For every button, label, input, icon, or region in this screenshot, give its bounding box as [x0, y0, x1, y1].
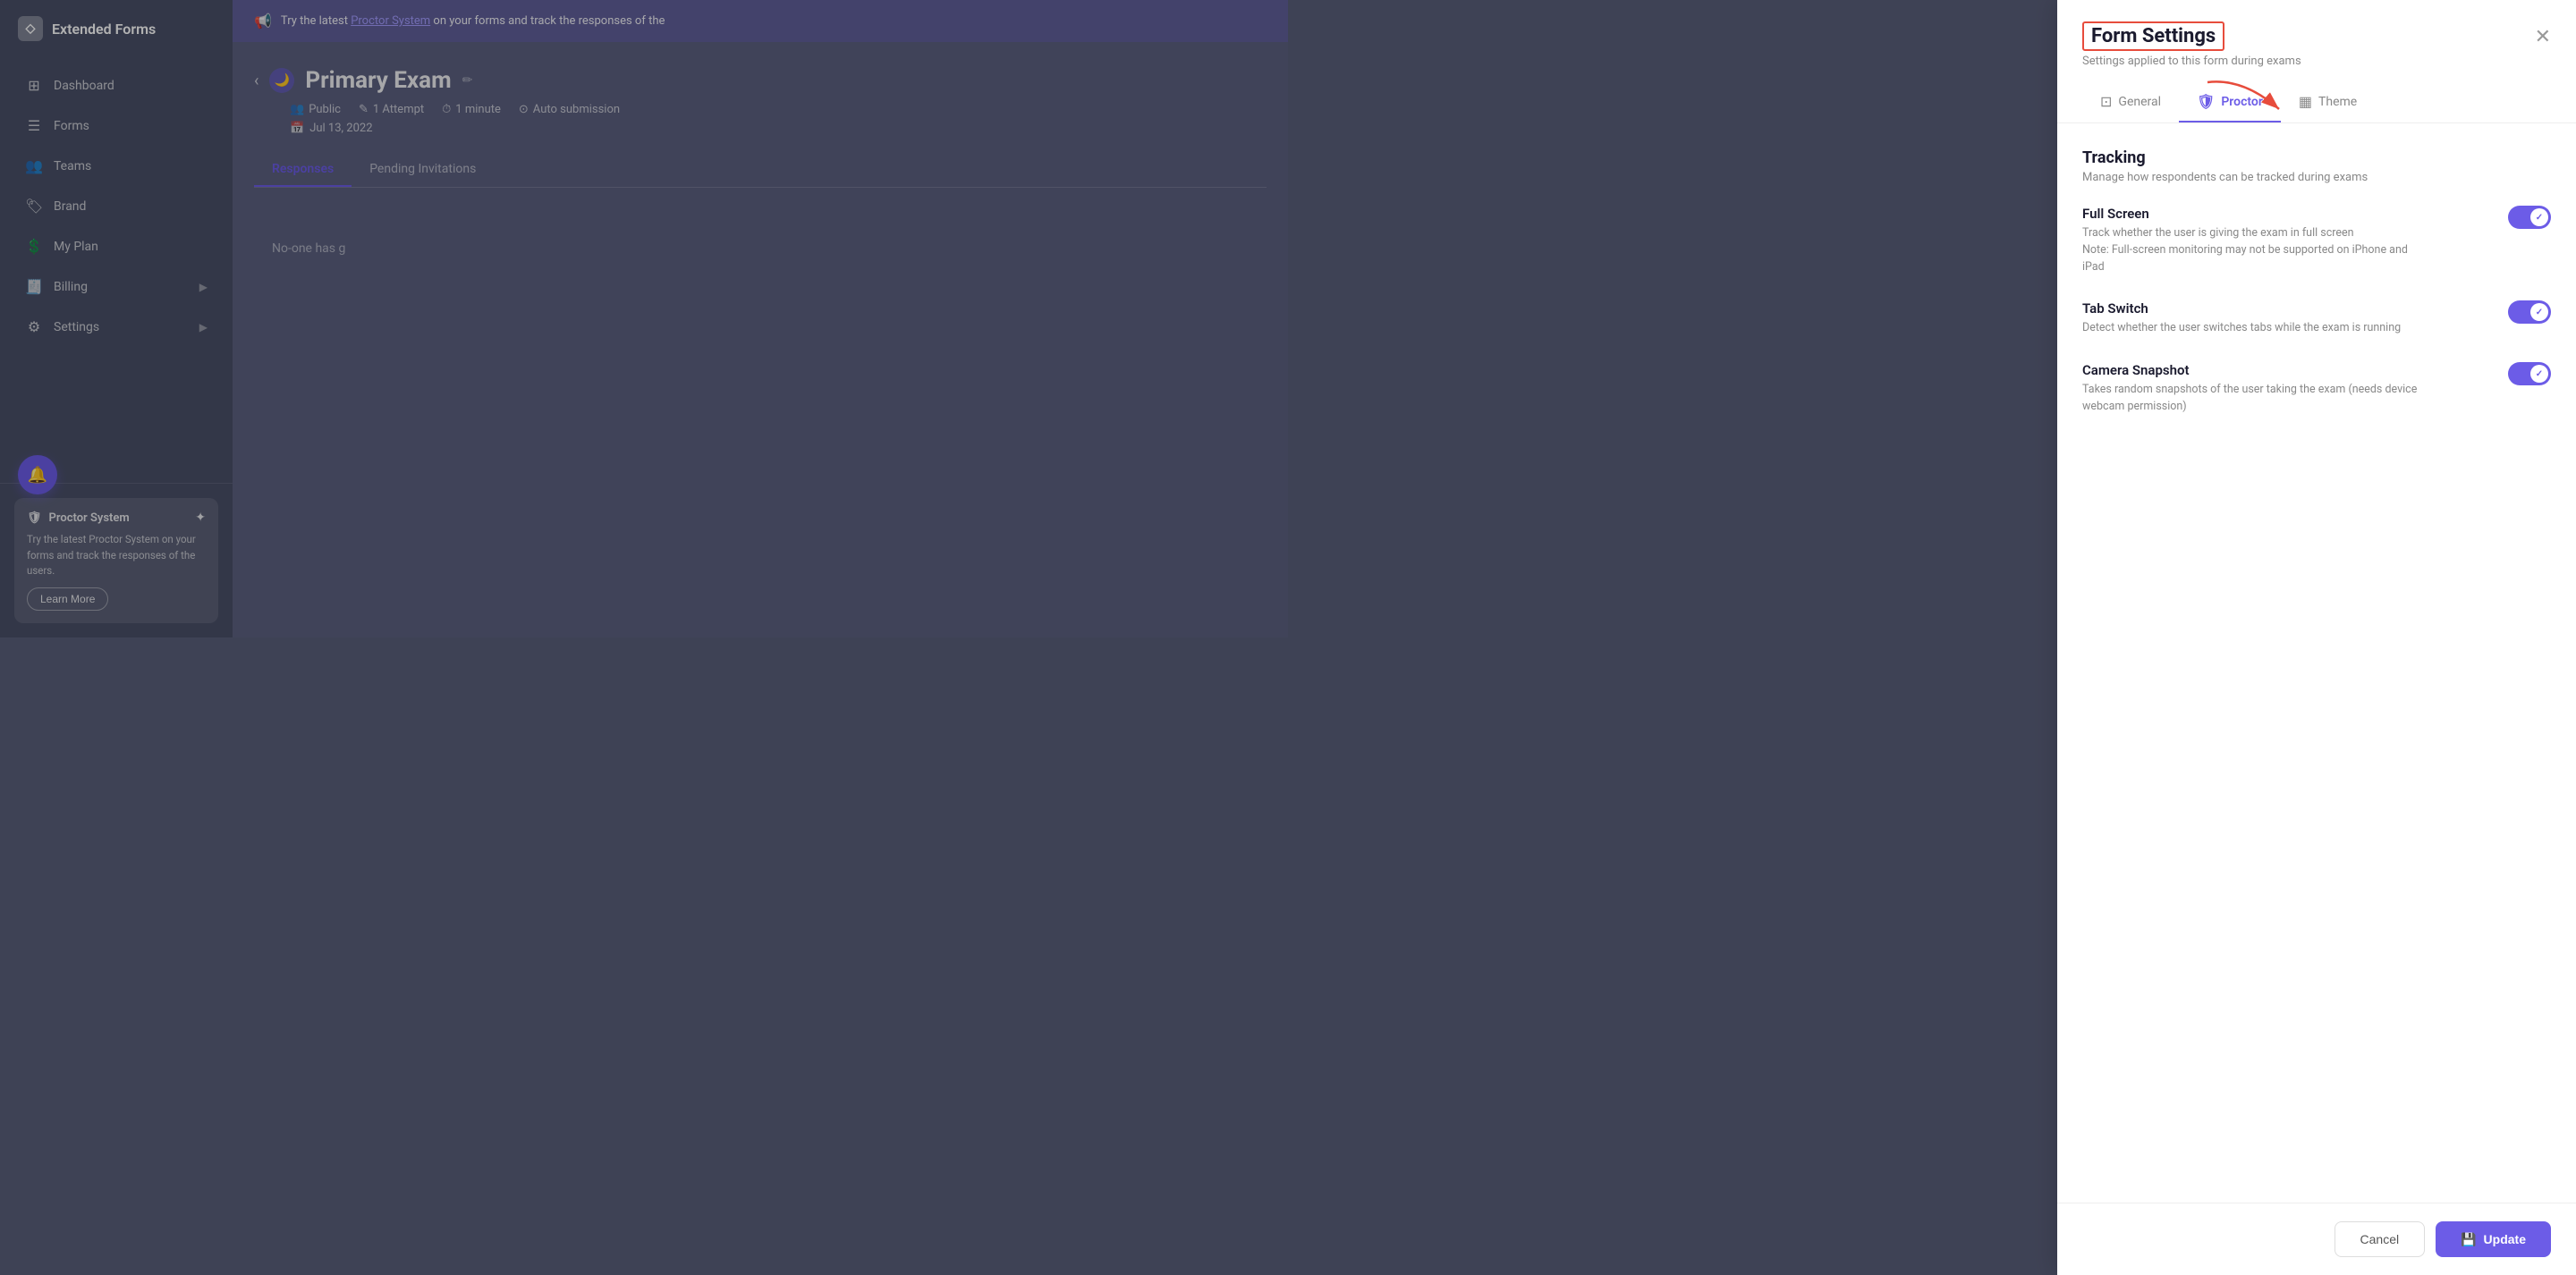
- full-screen-row: Full Screen Track whether the user is gi…: [2082, 206, 2551, 275]
- tab-switch-toggle[interactable]: ✓: [2508, 300, 2551, 324]
- panel-subtitle: Settings applied to this form during exa…: [2082, 55, 2551, 68]
- full-screen-description: Track whether the user is giving the exa…: [2082, 225, 2422, 275]
- toggle-knob-camera: ✓: [2530, 365, 2548, 383]
- tab-switch-item: Tab Switch Detect whether the user switc…: [2082, 300, 2551, 337]
- full-screen-item: Full Screen Track whether the user is gi…: [2082, 206, 2551, 275]
- proctor-tab-label: Proctor: [2221, 95, 2263, 109]
- tab-switch-row: Tab Switch Detect whether the user switc…: [2082, 300, 2551, 337]
- camera-snapshot-row: Camera Snapshot Takes random snapshots o…: [2082, 362, 2551, 416]
- panel-tabs: ⊡ General 🛡 Proctor ▦ Theme: [2082, 82, 2551, 122]
- update-label: Update: [2484, 1232, 2526, 1246]
- form-settings-panel: Form Settings ✕ Settings applied to this…: [2057, 0, 2576, 1275]
- camera-snapshot-description: Takes random snapshots of the user takin…: [2082, 382, 2422, 416]
- tab-proctor[interactable]: 🛡 Proctor: [2179, 82, 2281, 122]
- cancel-button[interactable]: Cancel: [2334, 1221, 2426, 1257]
- update-button[interactable]: 💾 Update: [2436, 1221, 2551, 1257]
- theme-tab-label: Theme: [2318, 95, 2357, 109]
- camera-snapshot-title: Camera Snapshot: [2082, 362, 2422, 378]
- general-tab-icon: ⊡: [2100, 93, 2112, 110]
- panel-close-button[interactable]: ✕: [2535, 25, 2551, 48]
- proctor-tab-icon: 🛡: [2197, 93, 2215, 110]
- full-screen-toggle[interactable]: ✓: [2508, 206, 2551, 229]
- panel-title-row: Form Settings ✕: [2082, 21, 2551, 51]
- full-screen-title: Full Screen: [2082, 206, 2422, 222]
- tracking-section-title: Tracking: [2082, 148, 2551, 167]
- panel-footer: Cancel 💾 Update: [2057, 1203, 2576, 1275]
- camera-snapshot-info: Camera Snapshot Takes random snapshots o…: [2082, 362, 2422, 416]
- tracking-section-description: Manage how respondents can be tracked du…: [2082, 171, 2551, 184]
- modal-overlay: Form Settings ✕ Settings applied to this…: [0, 0, 2576, 1275]
- tab-switch-info: Tab Switch Detect whether the user switc…: [2082, 300, 2401, 337]
- panel-header: Form Settings ✕ Settings applied to this…: [2057, 0, 2576, 123]
- tab-switch-title: Tab Switch: [2082, 300, 2401, 317]
- tab-switch-description: Detect whether the user switches tabs wh…: [2082, 320, 2401, 337]
- panel-title: Form Settings: [2082, 21, 2224, 51]
- panel-body: Tracking Manage how respondents can be t…: [2057, 123, 2576, 1203]
- full-screen-info: Full Screen Track whether the user is gi…: [2082, 206, 2422, 275]
- general-tab-label: General: [2118, 95, 2161, 109]
- camera-snapshot-toggle[interactable]: ✓: [2508, 362, 2551, 385]
- tab-theme[interactable]: ▦ Theme: [2281, 82, 2375, 122]
- camera-snapshot-item: Camera Snapshot Takes random snapshots o…: [2082, 362, 2551, 416]
- update-save-icon: 💾: [2461, 1232, 2476, 1247]
- toggle-knob-fullscreen: ✓: [2530, 208, 2548, 226]
- theme-tab-icon: ▦: [2299, 93, 2312, 110]
- toggle-knob-tabswitch: ✓: [2530, 303, 2548, 321]
- tab-general[interactable]: ⊡ General: [2082, 82, 2179, 122]
